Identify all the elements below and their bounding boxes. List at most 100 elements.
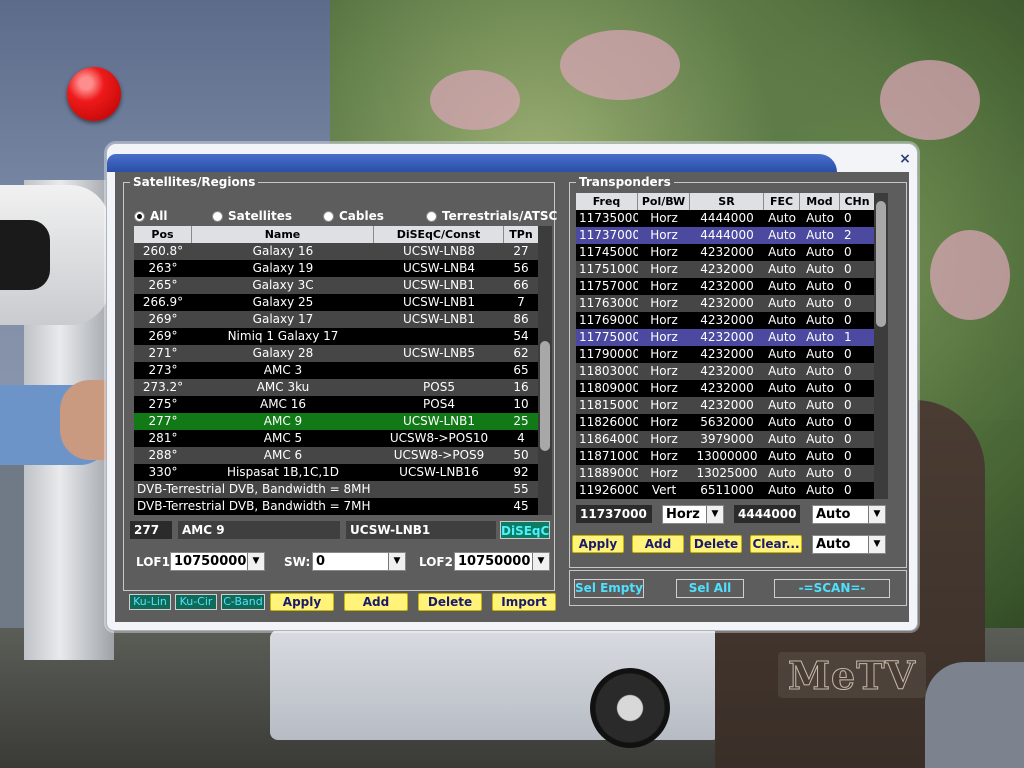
tp-add-button[interactable]: Add	[632, 535, 684, 553]
transponder-row[interactable]: 11864000 Horz 3979000 Auto Auto 0	[576, 431, 874, 448]
edit-sr-field[interactable]: 4444000	[734, 505, 800, 523]
col-header-mod[interactable]: Mod	[800, 193, 840, 210]
transponder-row[interactable]: 11803000 Horz 4232000 Auto Auto 0	[576, 363, 874, 380]
satellites-scrollbar[interactable]	[538, 226, 552, 515]
satellite-tpn-cell: 66	[513, 278, 529, 292]
tp-chn-cell: 0	[844, 296, 852, 310]
col-header-tpn[interactable]: TPn	[504, 226, 538, 243]
filter-cables-radio[interactable]: Cables	[323, 209, 384, 223]
satellite-name-cell: AMC 3	[263, 363, 303, 377]
col-header-pol[interactable]: Pol/BW	[638, 193, 690, 210]
tp-sr-cell: 5632000	[700, 415, 754, 429]
ku-lin-button[interactable]: Ku-Lin	[129, 594, 171, 610]
col-header-freq[interactable]: Freq	[576, 193, 638, 210]
close-icon[interactable]: ×	[897, 151, 913, 167]
edit-freq-field[interactable]: 11737000	[576, 505, 652, 523]
satellite-pos-cell: 269°	[148, 312, 178, 326]
edit-pol-select[interactable]: Horz ▼	[662, 505, 724, 524]
satellite-row[interactable]: 281° AMC 5 UCSW8->POS10 4	[134, 430, 538, 447]
satellite-row[interactable]: 266.9° Galaxy 25 UCSW-LNB1 7	[134, 294, 538, 311]
satellite-diseqc-cell: UCSW-LNB1	[402, 278, 476, 292]
c-band-button[interactable]: C-Band	[221, 594, 265, 610]
tp-chn-cell: 0	[844, 449, 852, 463]
filter-all-radio[interactable]: All	[134, 209, 168, 223]
col-header-fec[interactable]: FEC	[764, 193, 800, 210]
blossom	[930, 230, 1010, 320]
satellite-row[interactable]: 275° AMC 16 POS4 10	[134, 396, 538, 413]
tp-mod-cell: Auto	[806, 483, 834, 497]
sat-apply-button[interactable]: Apply	[270, 593, 334, 611]
satellite-row[interactable]: 269° Nimiq 1 Galaxy 17 54	[134, 328, 538, 345]
satellite-row[interactable]: 260.8° Galaxy 16 UCSW-LNB8 27	[134, 243, 538, 260]
tp-sr-cell: 4444000	[700, 211, 754, 225]
transponder-row[interactable]: 11737000 Horz 4444000 Auto Auto 2	[576, 227, 874, 244]
edit-fec-select[interactable]: Auto ▼	[812, 505, 886, 524]
transponder-row[interactable]: 11763000 Horz 4232000 Auto Auto 0	[576, 295, 874, 312]
transponder-row[interactable]: 11809000 Horz 4232000 Auto Auto 0	[576, 380, 874, 397]
sel-all-button[interactable]: Sel All	[676, 579, 744, 598]
satellite-row[interactable]: DVB-Terrestrial DVB, Bandwidth = 8MH 55	[134, 481, 538, 498]
satellite-pos-cell: 260.8°	[142, 244, 184, 258]
edit-name-field[interactable]: AMC 9	[178, 521, 340, 539]
filter-satellites-radio[interactable]: Satellites	[212, 209, 292, 223]
edit-pos-field[interactable]: 277	[130, 521, 172, 539]
col-header-sr[interactable]: SR	[690, 193, 764, 210]
transponders-group: Transponders Freq Pol/BW SR FEC Mod CHn …	[569, 174, 907, 568]
satellite-row[interactable]: 263° Galaxy 19 UCSW-LNB4 56	[134, 260, 538, 277]
diseqc-button[interactable]: DiSEqC	[500, 521, 550, 539]
satellite-row[interactable]: 273.2° AMC 3ku POS5 16	[134, 379, 538, 396]
scan-button[interactable]: -=SCAN=-	[774, 579, 890, 598]
lof1-select[interactable]: 10750000 ▼	[170, 552, 265, 571]
ku-cir-button[interactable]: Ku-Cir	[175, 594, 217, 610]
col-header-diseqc[interactable]: DiSEqC/Const	[374, 226, 504, 243]
satellite-row[interactable]: 273° AMC 3 65	[134, 362, 538, 379]
satellite-row[interactable]: 269° Galaxy 17 UCSW-LNB1 86	[134, 311, 538, 328]
transponder-row[interactable]: 11815000 Horz 4232000 Auto Auto 0	[576, 397, 874, 414]
satellite-row[interactable]: 277° AMC 9 UCSW-LNB1 25	[134, 413, 538, 430]
col-header-pos[interactable]: Pos	[134, 226, 192, 243]
sw-select[interactable]: 0 ▼	[312, 552, 406, 571]
transponder-row[interactable]: 11769000 Horz 4232000 Auto Auto 0	[576, 312, 874, 329]
transponder-row[interactable]: 11775000 Horz 4232000 Auto Auto 1	[576, 329, 874, 346]
transponder-row[interactable]: 11889000 Horz 13025000 Auto Auto 0	[576, 465, 874, 482]
satellite-pos-cell: 277°	[148, 414, 178, 428]
transponder-row[interactable]: 11745000 Horz 4232000 Auto Auto 0	[576, 244, 874, 261]
filter-terrestrials-radio[interactable]: Terrestrials/ATSC	[426, 209, 557, 223]
tp-fec-cell: Auto	[768, 381, 796, 395]
transponders-scrollbar[interactable]	[874, 193, 888, 499]
scrollbar-thumb[interactable]	[540, 341, 550, 451]
tp-delete-button[interactable]: Delete	[690, 535, 742, 553]
satellite-row[interactable]: 271° Galaxy 28 UCSW-LNB5 62	[134, 345, 538, 362]
satellite-row[interactable]: DVB-Terrestrial DVB, Bandwidth = 7MH 45	[134, 498, 538, 515]
col-header-chn[interactable]: CHn	[840, 193, 874, 210]
tp-clear-button[interactable]: Clear...	[750, 535, 802, 553]
transponder-row[interactable]: 11926000 Vert 6511000 Auto Auto 0	[576, 482, 874, 499]
sel-empty-button[interactable]: Sel Empty	[574, 579, 644, 598]
scrollbar-thumb[interactable]	[876, 201, 886, 327]
satellite-row[interactable]: 288° AMC 6 UCSW8->POS9 50	[134, 447, 538, 464]
satellite-row[interactable]: 265° Galaxy 3C UCSW-LNB1 66	[134, 277, 538, 294]
edit-diseqc-field[interactable]: UCSW-LNB1	[346, 521, 496, 539]
transponder-row[interactable]: 11757000 Horz 4232000 Auto Auto 0	[576, 278, 874, 295]
transponder-row[interactable]: 11871000 Horz 13000000 Auto Auto 0	[576, 448, 874, 465]
tp-fec-cell: Auto	[768, 228, 796, 242]
transponder-row[interactable]: 11735000 Horz 4444000 Auto Auto 0	[576, 210, 874, 227]
transponder-row[interactable]: 11826000 Horz 5632000 Auto Auto 0	[576, 414, 874, 431]
satellite-row[interactable]: 330° Hispasat 1B,1C,1D UCSW-LNB16 92	[134, 464, 538, 481]
transponder-row[interactable]: 11790000 Horz 4232000 Auto Auto 0	[576, 346, 874, 363]
tp-apply-button[interactable]: Apply	[572, 535, 624, 553]
transponder-row[interactable]: 11751000 Horz 4232000 Auto Auto 0	[576, 261, 874, 278]
tp-freq-cell: 11889000	[579, 466, 638, 480]
satellite-diseqc-cell: UCSW-LNB5	[402, 346, 476, 360]
satellite-diseqc-cell: POS4	[423, 397, 455, 411]
filter-label: Cables	[339, 209, 384, 223]
edit-mod-select[interactable]: Auto ▼	[812, 535, 886, 554]
sat-import-button[interactable]: Import	[492, 593, 556, 611]
lof2-select[interactable]: 10750000 ▼	[454, 552, 550, 571]
tp-mod-cell: Auto	[806, 364, 834, 378]
sat-add-button[interactable]: Add	[344, 593, 408, 611]
tp-freq-cell: 11790000	[579, 347, 638, 361]
sat-delete-button[interactable]: Delete	[418, 593, 482, 611]
col-header-name[interactable]: Name	[192, 226, 374, 243]
tp-sr-cell: 4232000	[700, 313, 754, 327]
